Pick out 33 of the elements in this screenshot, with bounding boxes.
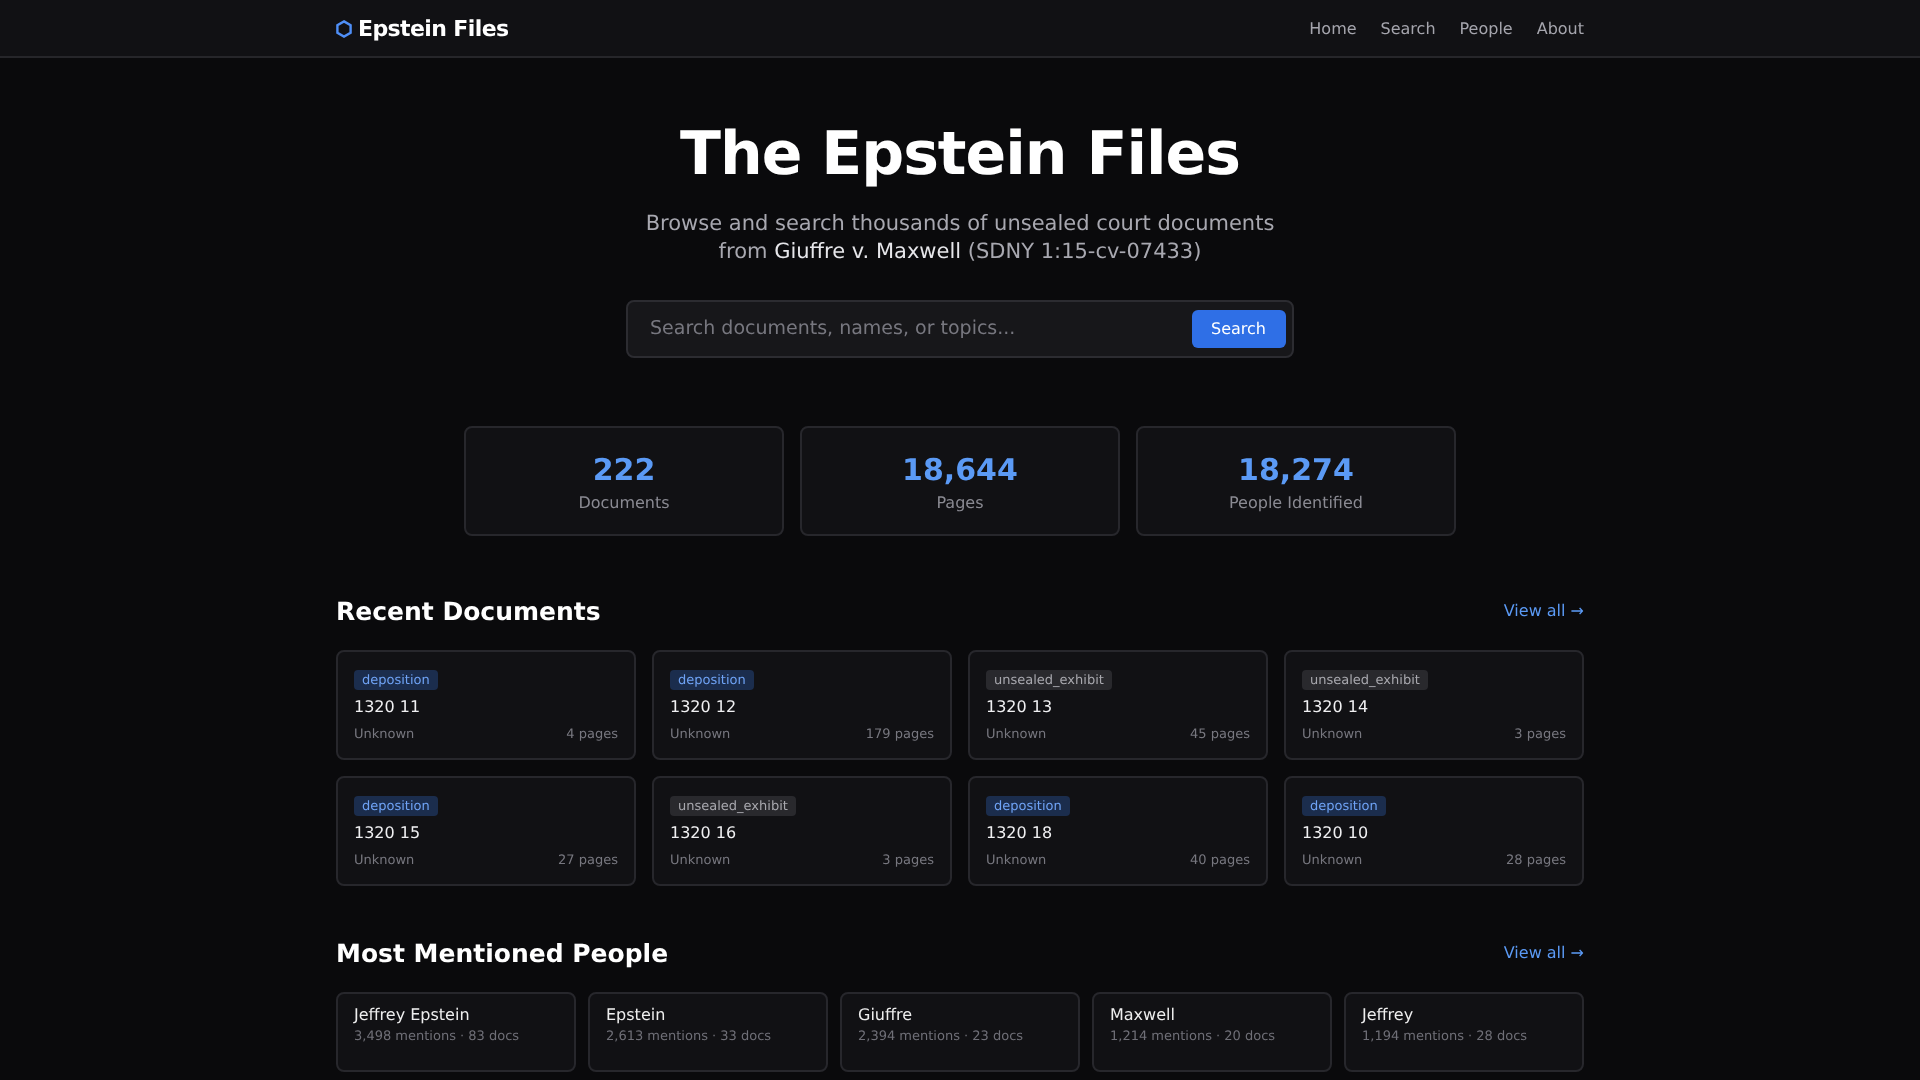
person-name: Epstein [606,1006,668,1024]
nav-link[interactable]: About [1536,19,1584,37]
document-title: 1320 12 [670,698,739,716]
nav-link[interactable]: Search [1380,19,1436,37]
document-title: 1320 10 [1302,824,1371,842]
document-title: 1320 18 [986,824,1055,842]
document-title: 1320 15 [354,824,423,842]
nav-link[interactable]: Home [1309,19,1357,37]
stat-label: People Identified [1229,493,1363,511]
document-title: 1320 14 [1302,698,1371,716]
document-title: 1320 16 [670,824,739,842]
person-name: Giuffre [858,1006,915,1024]
stat-value: 18,274 [1238,451,1354,487]
stat-value: 18,644 [902,451,1018,487]
document-title: 1320 13 [986,698,1055,716]
stat-label: Pages [936,493,984,511]
page-subtitle: Browse and search thousands of unsealed court documents from Giuffre v. Maxwell (SDNY 1:15-cv-07433) [643,210,1277,266]
search-field[interactable]: Search documents, names, or topics... Search [626,300,1294,358]
stat-value: 222 [592,451,656,487]
view-all-link[interactable]: View all → [1503,944,1584,962]
view-all-link[interactable]: View all → [1503,602,1584,620]
person-name: Jeffrey [1362,1006,1416,1024]
stat-label: Documents [578,493,670,511]
section-heading: Recent Documents [336,596,601,626]
person-name: Jeffrey Epstein [354,1006,472,1024]
document-title: 1320 11 [354,698,423,716]
hexagon-icon [336,19,352,37]
page-title: The Epstein Files [680,118,1240,194]
person-name: Maxwell [1110,1006,1177,1024]
nav-link[interactable]: People [1459,19,1513,37]
site-brand[interactable]: Epstein Files [358,15,509,41]
search-button[interactable]: Search [1191,310,1286,348]
section-heading: Most Mentioned People [336,938,669,968]
